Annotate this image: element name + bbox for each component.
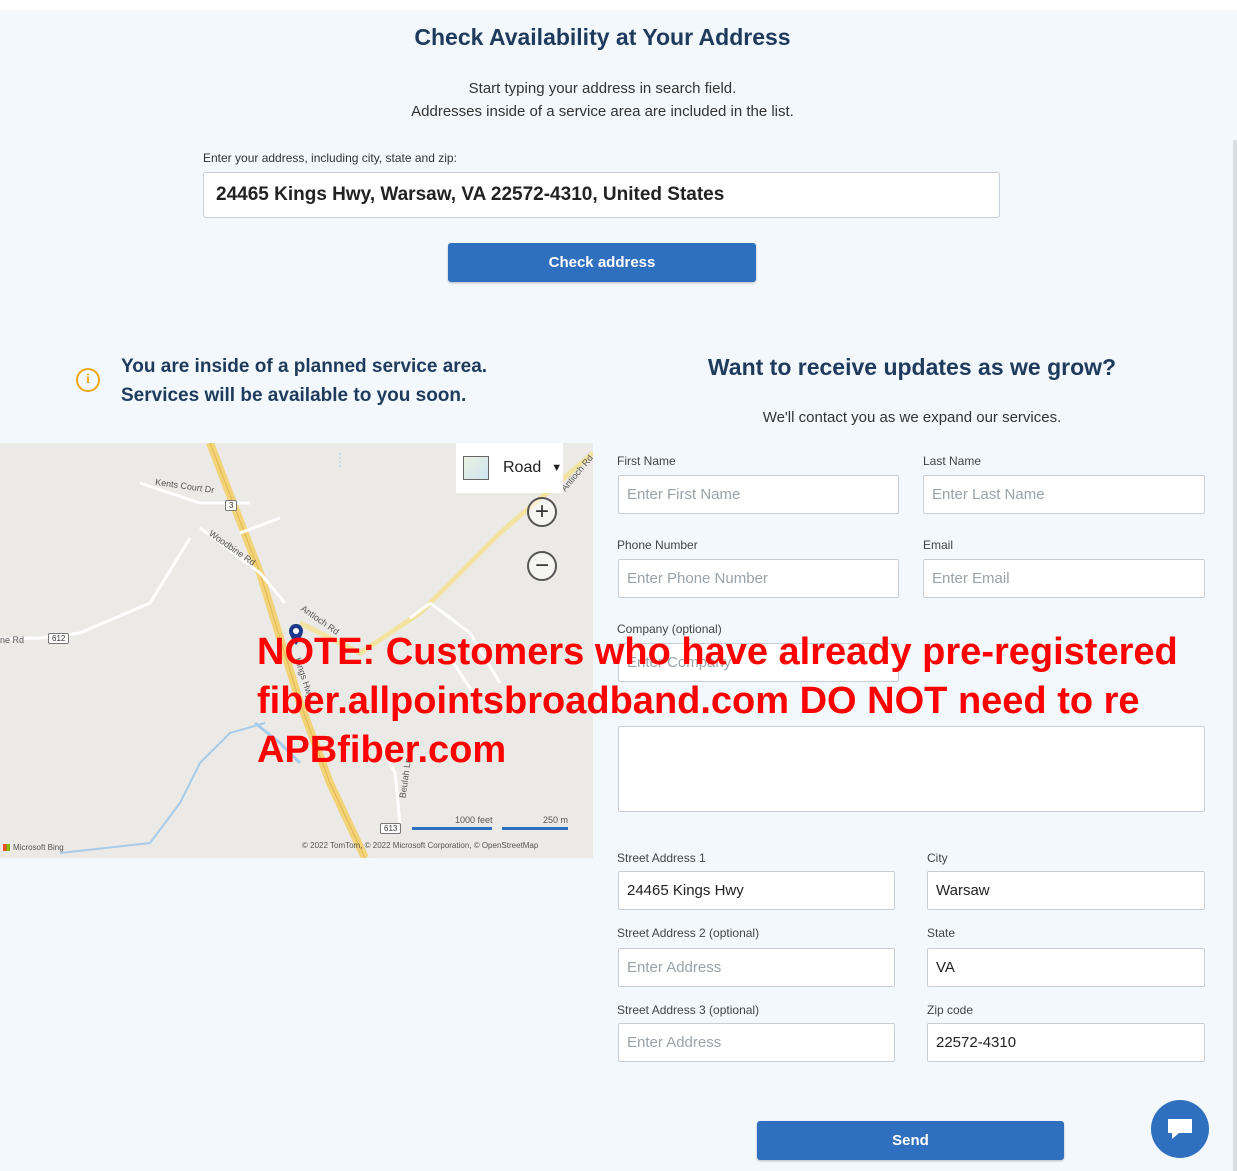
scale-bar-feet	[412, 827, 492, 830]
scrollbar-track[interactable]	[1233, 140, 1237, 1171]
route-shield-3: 3	[225, 500, 238, 511]
street3-label: Street Address 3 (optional)	[617, 1003, 760, 1017]
street2-label: Street Address 2 (optional)	[617, 926, 760, 940]
last-name-label: Last Name	[923, 454, 982, 468]
zip-label: Zip code	[927, 1003, 974, 1017]
status-message-line1: You are inside of a planned service area…	[121, 356, 488, 377]
availability-subtitle-line1: Start typing your address in search fiel…	[468, 80, 737, 97]
map-type-selector[interactable]: Road ▼	[456, 443, 563, 493]
chat-button[interactable]	[1151, 1100, 1209, 1158]
first-name-input[interactable]: Enter First Name	[618, 475, 899, 514]
zoom-in-button[interactable]: +	[527, 497, 557, 527]
chat-icon	[1168, 1119, 1192, 1139]
email-input[interactable]: Enter Email	[923, 559, 1205, 598]
info-icon: i	[76, 368, 100, 392]
bing-attribution: Microsoft Bing	[3, 843, 64, 852]
status-message-line2: Services will be available to you soon.	[121, 385, 467, 406]
map-copyright: © 2022 TomTom, © 2022 Microsoft Corporat…	[302, 841, 539, 850]
zoom-out-button[interactable]: −	[527, 551, 557, 581]
zip-input[interactable]: 22572-4310	[927, 1023, 1205, 1062]
check-address-button[interactable]: Check address	[448, 243, 756, 282]
street2-input[interactable]: Enter Address	[618, 948, 895, 987]
availability-subtitle-line2: Addresses inside of a service area are i…	[411, 103, 794, 120]
last-name-input[interactable]: Enter Last Name	[923, 475, 1205, 514]
state-label: State	[927, 926, 956, 940]
company-input[interactable]: Enter Company	[618, 643, 899, 682]
phone-label: Phone Number	[617, 538, 698, 552]
send-button[interactable]: Send	[757, 1121, 1064, 1160]
route-shield-613: 613	[380, 823, 402, 834]
message-textarea[interactable]	[618, 726, 1205, 812]
map-scale-feet: 1000 feet	[455, 815, 493, 825]
city-input[interactable]: Warsaw	[927, 871, 1205, 910]
map[interactable]: Kents Court Dr Woodbine Rd Antioch Rd An…	[0, 443, 593, 858]
route-shield-612: 612	[48, 633, 70, 644]
street3-input[interactable]: Enter Address	[618, 1023, 895, 1062]
city-label: City	[927, 851, 948, 865]
map-roads	[0, 443, 593, 858]
updates-form-subtitle: We'll contact you as we expand our servi…	[762, 409, 1062, 426]
map-scale-meters: 250 m	[543, 815, 569, 825]
email-label: Email	[923, 538, 954, 552]
street1-label: Street Address 1	[617, 851, 706, 865]
state-input[interactable]: VA	[927, 948, 1205, 987]
company-label: Company (optional)	[617, 622, 722, 636]
scale-bar-meters	[502, 827, 568, 830]
address-label: Enter your address, including city, stat…	[203, 151, 457, 165]
microsoft-logo-icon	[3, 844, 10, 851]
top-band	[0, 0, 1237, 10]
first-name-label: First Name	[617, 454, 676, 468]
map-label-left-road: ne Rd	[0, 635, 25, 645]
updates-form-title: Want to receive updates as we grow?	[707, 354, 1117, 380]
map-layer-icon	[463, 456, 489, 480]
street1-input[interactable]: 24465 Kings Hwy	[618, 871, 895, 910]
phone-input[interactable]: Enter Phone Number	[618, 559, 899, 598]
map-type-label: Road	[503, 459, 542, 476]
location-pin-icon[interactable]	[288, 623, 304, 647]
address-search-input[interactable]: 24465 Kings Hwy, Warsaw, VA 22572-4310, …	[203, 172, 1000, 218]
availability-title: Check Availability at Your Address	[414, 24, 791, 50]
chevron-down-icon: ▼	[551, 462, 563, 474]
bing-label: Microsoft Bing	[13, 843, 64, 852]
